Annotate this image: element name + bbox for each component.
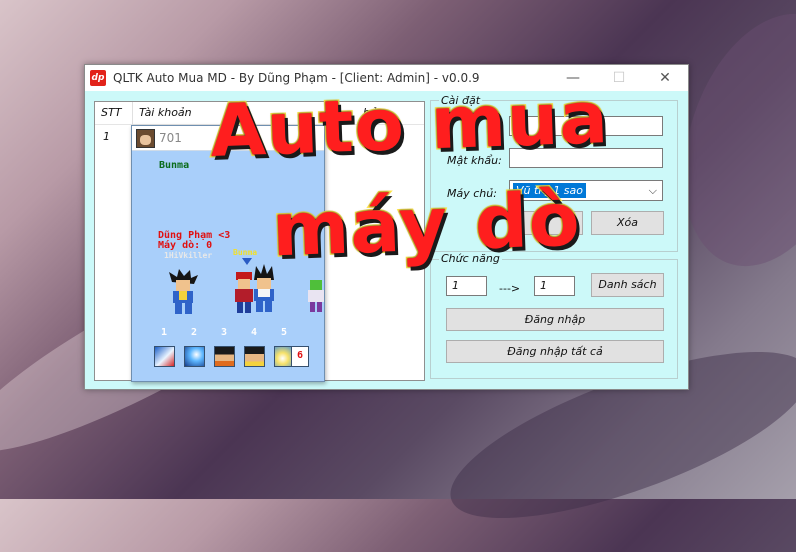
close-button[interactable]: ✕	[642, 65, 688, 91]
skill-slot-number: 5	[281, 327, 288, 338]
app-logo-icon: dp	[90, 70, 106, 86]
skill-count-box: 6	[291, 346, 309, 367]
chevron-down-icon: ⌵	[648, 184, 657, 197]
skill-slot-number: 4	[251, 327, 258, 338]
login-all-button[interactable]: Đăng nhập tất cả	[446, 340, 664, 363]
npc-name-label: Bunma	[159, 160, 190, 171]
dragon-ball-skill-icon[interactable]	[154, 346, 175, 367]
popup-account-id: 701	[159, 131, 182, 145]
skill-count-label: 6	[297, 350, 304, 361]
range-to-field[interactable]: 1	[534, 276, 575, 296]
skill-slot-number: 1	[161, 327, 168, 338]
row-1-stt[interactable]: 1	[103, 130, 110, 143]
overlay-caption-line2: máy dò	[269, 175, 583, 275]
list-button[interactable]: Danh sách	[591, 273, 664, 297]
overlay-caption-line1: Auto mua	[207, 74, 611, 175]
namek-character-sprite	[308, 280, 324, 312]
player-status-line2: Máy dò: 0	[158, 240, 213, 251]
character-avatar-icon	[136, 129, 155, 148]
skill-slot-number: 3	[221, 327, 228, 338]
goku-portrait-icon[interactable]	[214, 346, 235, 367]
player-character-sprite	[169, 269, 198, 314]
column-header-stt[interactable]: STT	[101, 106, 121, 119]
vegeta-portrait-icon[interactable]	[244, 346, 265, 367]
column-header-account[interactable]: Tài khoản	[139, 106, 192, 119]
login-button[interactable]: Đăng nhập	[446, 308, 664, 331]
range-arrow-label: --->	[499, 282, 521, 295]
delete-button[interactable]: Xóa	[591, 211, 664, 235]
range-from-field[interactable]: 1	[446, 276, 487, 296]
ally-name-label: Bunma	[233, 248, 258, 257]
player-tag-label: 1HiVkiller	[164, 251, 213, 260]
skill-slot-number: 2	[191, 327, 198, 338]
energy-blast-skill-icon[interactable]	[184, 346, 205, 367]
